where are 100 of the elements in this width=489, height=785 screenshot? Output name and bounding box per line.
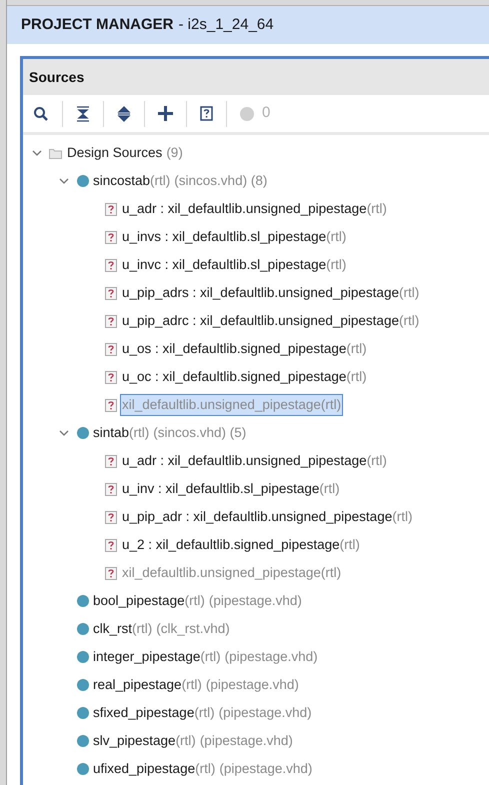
tree-item[interactable]: bool_pipestage(rtl) (pipestage.vhd) xyxy=(91,590,304,612)
instance-name: u_pip_adr : xil_defaultlib.unsigned_pipestage xyxy=(122,508,392,526)
architecture-label: (rtl) xyxy=(184,592,205,610)
instance-name: u_os : xil_defaultlib.signed_pipestage xyxy=(122,340,346,358)
architecture-label: (rtl) xyxy=(326,228,346,246)
collapse-all-icon[interactable] xyxy=(76,106,90,122)
instance-name: u_2 : xil_defaultlib.signed_pipestage xyxy=(122,536,340,554)
tree-item[interactable]: sintab(rtl) (sincos.vhd) (5) xyxy=(91,422,248,444)
missing-source-icon xyxy=(105,286,117,300)
module-name: slv_pipestage xyxy=(93,732,176,750)
tree-item[interactable]: Design Sources (9) xyxy=(65,142,185,164)
missing-source-icon xyxy=(105,398,117,412)
missing-source-icon xyxy=(105,202,117,216)
architecture-label: (rtl) xyxy=(340,536,360,554)
tree-item[interactable]: sincostab(rtl) (sincos.vhd) (8) xyxy=(91,170,270,192)
missing-source-icon xyxy=(105,370,117,384)
architecture-label: (rtl) xyxy=(194,704,215,722)
architecture-label: (rtl) xyxy=(366,452,387,470)
tree-item[interactable]: u_adr : xil_defaultlib.unsigned_pipestage(rtl) xyxy=(120,198,389,220)
tree-item[interactable]: integer_pipestage(rtl) (pipestage.vhd) xyxy=(91,646,320,668)
missing-source-icon xyxy=(105,230,117,244)
architecture-label: (rtl) xyxy=(182,676,202,694)
chevron-down-icon[interactable] xyxy=(59,428,69,438)
project-name: - i2s_1_24_64 xyxy=(178,14,274,35)
tree-item[interactable]: u_inv : xil_defaultlib.sl_pipestage(rtl) xyxy=(120,478,342,500)
folder-icon xyxy=(49,148,62,158)
module-name: clk_rst xyxy=(93,620,132,638)
tree-item[interactable]: real_pipestage(rtl) (pipestage.vhd) xyxy=(91,674,301,696)
instance-name: u_oc : xil_defaultlib.signed_pipestage xyxy=(122,368,346,386)
tree-item[interactable]: u_2 : xil_defaultlib.signed_pipestage(rtl) xyxy=(120,534,362,556)
tree-item[interactable]: u_pip_adrc : xil_defaultlib.unsigned_pipestage(rtl) xyxy=(120,310,422,332)
instance-name: xil_defaultlib.unsigned_pipestage xyxy=(122,564,321,582)
architecture-label: (rtl) xyxy=(392,508,412,526)
instance-name: u_adr : xil_defaultlib.unsigned_pipestage xyxy=(122,200,367,218)
tree-item[interactable]: slv_pipestage(rtl) (pipestage.vhd) xyxy=(91,730,295,752)
module-name: real_pipestage xyxy=(93,676,182,694)
search-icon[interactable] xyxy=(33,106,49,122)
help-document-icon[interactable] xyxy=(200,106,213,121)
tree-item[interactable]: clk_rst(rtl) (clk_rst.vhd) xyxy=(91,618,232,640)
tree-item[interactable]: sfixed_pipestage(rtl) (pipestage.vhd) xyxy=(91,702,314,724)
module-name: sfixed_pipestage xyxy=(93,704,194,722)
tree-item[interactable]: u_os : xil_defaultlib.signed_pipestage(rtl) xyxy=(120,338,369,360)
missing-source-icon xyxy=(105,566,117,580)
missing-source-icon xyxy=(105,314,117,328)
file-label: (clk_rst.vhd) xyxy=(156,620,230,638)
file-label: (pipestage.vhd) xyxy=(206,676,299,694)
instance-name: u_pip_adrs : xil_defaultlib.unsigned_pipestage xyxy=(122,284,399,302)
add-icon[interactable] xyxy=(158,106,173,121)
architecture-label: (rtl) xyxy=(150,172,170,190)
architecture-label: (rtl) xyxy=(129,424,150,442)
instance-name: u_inv : xil_defaultlib.sl_pipestage xyxy=(122,480,320,498)
module-name: sincostab xyxy=(93,172,150,190)
tree-item[interactable]: u_invc : xil_defaultlib.sl_pipestage(rtl) xyxy=(120,254,348,276)
architecture-label: (rtl) xyxy=(200,648,221,666)
chevron-down-icon[interactable] xyxy=(32,148,42,158)
architecture-label: (rtl) xyxy=(319,480,340,498)
header-title: PROJECT MANAGER xyxy=(21,14,174,35)
instance-name: u_pip_adrc : xil_defaultlib.unsigned_pipestage xyxy=(122,312,399,330)
tree-label: Design Sources xyxy=(67,144,162,162)
file-label: (pipestage.vhd) xyxy=(218,704,312,722)
tree-item[interactable]: u_oc : xil_defaultlib.signed_pipestage(rtl) xyxy=(120,366,369,388)
instance-name: u_adr : xil_defaultlib.unsigned_pipestage xyxy=(122,452,367,470)
tree-item[interactable]: ufixed_pipestage(rtl) (pipestage.vhd) xyxy=(91,758,314,780)
file-label: (sincos.vhd) (8) xyxy=(174,172,268,190)
architecture-label: (rtl) xyxy=(326,256,346,274)
missing-source-icon xyxy=(105,258,117,272)
file-label: (pipestage.vhd) xyxy=(224,648,318,666)
architecture-label: (rtl) xyxy=(346,368,367,386)
architecture-label: (rtl) xyxy=(398,312,420,330)
file-label: (pipestage.vhd) xyxy=(219,760,312,778)
architecture-label: (rtl) xyxy=(320,564,342,582)
message-count: 0 xyxy=(262,103,270,124)
file-label: (pipestage.vhd) xyxy=(200,732,293,750)
architecture-label: (rtl) xyxy=(398,284,420,302)
instance-name: xil_defaultlib.unsigned_pipestage xyxy=(122,396,321,414)
item-count: (9) xyxy=(166,144,183,162)
panel-title: Sources xyxy=(29,68,84,86)
file-label: (pipestage.vhd) xyxy=(208,592,302,610)
file-label: (sincos.vhd) (5) xyxy=(153,424,246,442)
module-name: integer_pipestage xyxy=(93,648,200,666)
architecture-label: (rtl) xyxy=(132,620,152,638)
architecture-label: (rtl) xyxy=(346,340,367,358)
expand-all-icon[interactable] xyxy=(117,106,131,122)
module-name: bool_pipestage xyxy=(93,592,185,610)
tree-item[interactable]: u_pip_adr : xil_defaultlib.unsigned_pipestage(rtl) xyxy=(120,506,414,528)
architecture-label: (rtl) xyxy=(176,732,196,750)
tree-item[interactable]: u_adr : xil_defaultlib.unsigned_pipestage(rtl) xyxy=(120,450,389,472)
missing-source-icon xyxy=(105,454,117,468)
instance-name: u_invs : xil_defaultlib.sl_pipestage xyxy=(122,228,326,246)
module-name: ufixed_pipestage xyxy=(93,760,196,778)
architecture-label: (rtl) xyxy=(320,396,342,414)
tree-item[interactable]: u_pip_adrs : xil_defaultlib.unsigned_pipestage(rtl) xyxy=(120,282,422,304)
architecture-label: (rtl) xyxy=(366,200,387,218)
module-name: sintab xyxy=(93,424,130,442)
missing-source-icon xyxy=(105,342,117,356)
tree-item[interactable]: u_invs : xil_defaultlib.sl_pipestage(rtl) xyxy=(120,226,348,248)
missing-source-icon xyxy=(105,510,117,524)
chevron-down-icon[interactable] xyxy=(59,176,69,186)
missing-source-icon xyxy=(105,538,117,552)
missing-source-icon xyxy=(105,482,117,496)
